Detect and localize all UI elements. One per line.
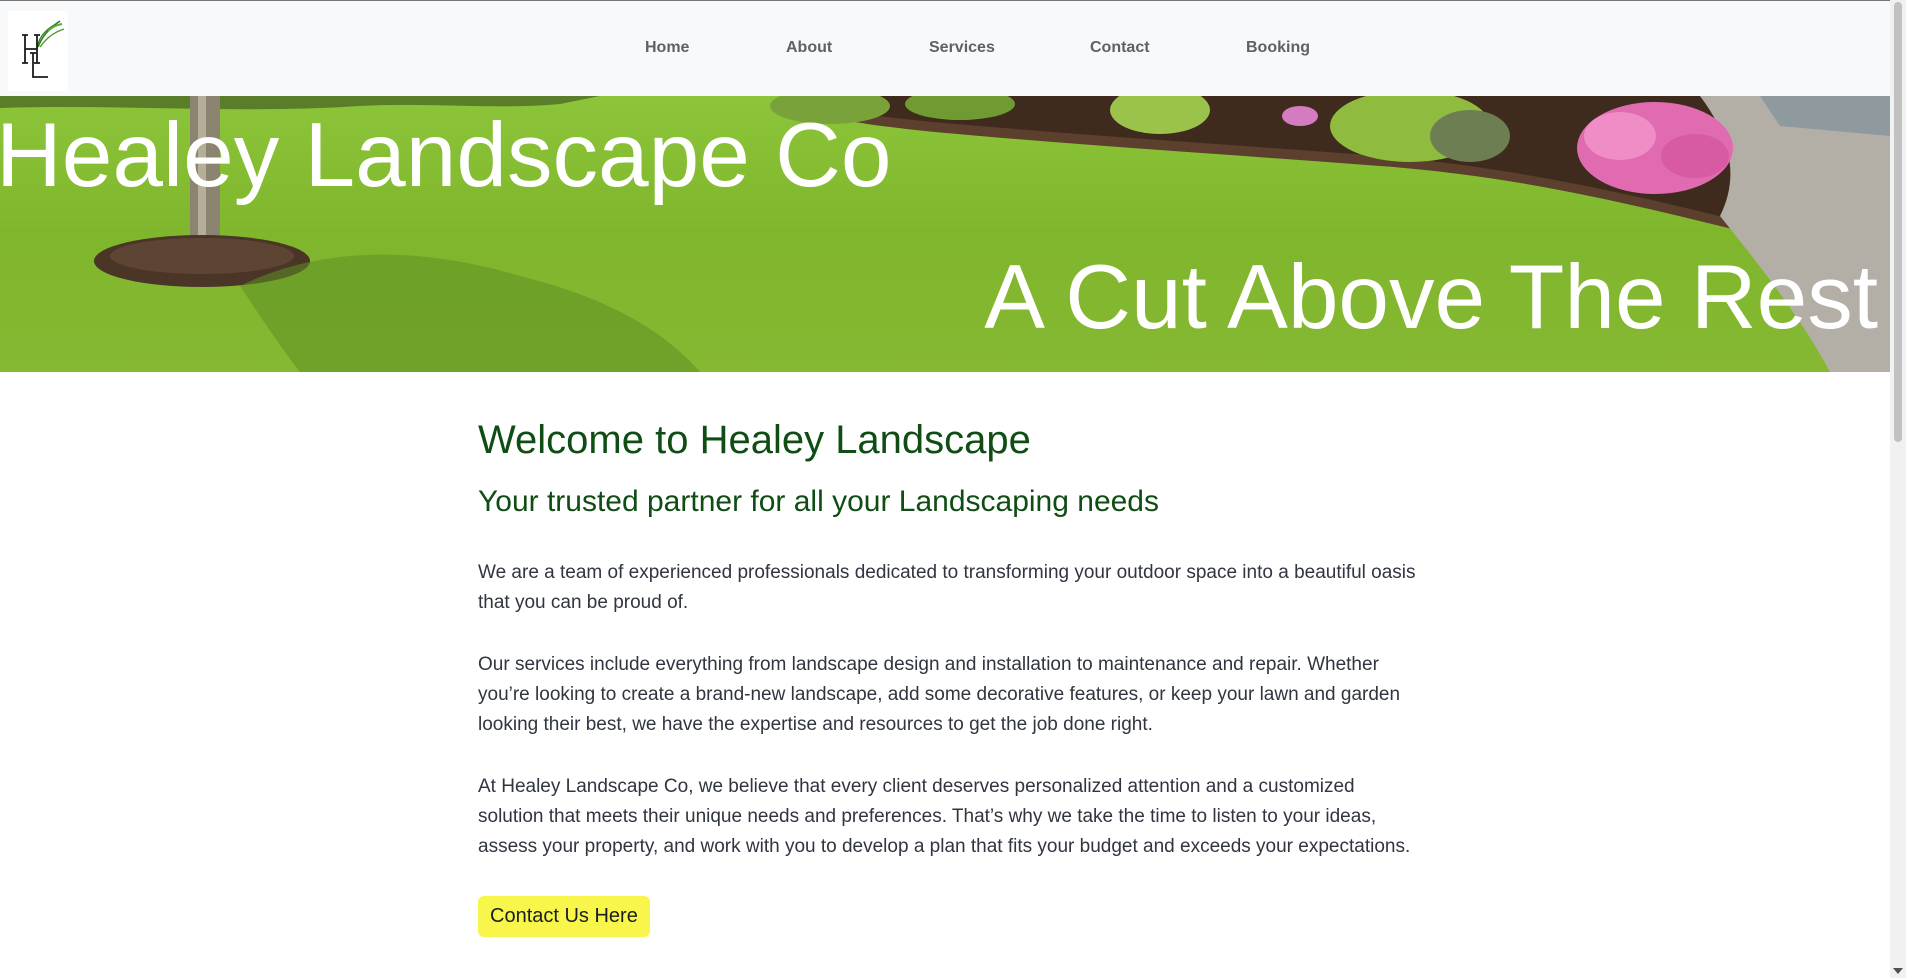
navbar: Home About Services Contact Booking — [0, 0, 1890, 97]
scroll-down-arrow-icon[interactable] — [1893, 968, 1903, 974]
welcome-section: Welcome to Healey Landscape Your trusted… — [478, 416, 1418, 937]
nav-contact-link[interactable]: Contact — [1090, 39, 1150, 57]
page: Home About Services Contact Booking Heal… — [0, 0, 1906, 978]
main-nav: Home About Services Contact Booking — [0, 1, 1890, 97]
nav-booking-link[interactable]: Booking — [1246, 39, 1310, 57]
hero-title: Healey Landscape Co — [0, 105, 892, 206]
nav-home-link[interactable]: Home — [645, 39, 689, 57]
welcome-subheading: Your trusted partner for all your Landsc… — [478, 485, 1159, 518]
welcome-heading: Welcome to Healey Landscape — [478, 418, 1031, 462]
hero-banner: Healey Landscape Co A Cut Above The Rest — [0, 96, 1890, 372]
approach-paragraph: At Healey Landscape Co, we believe that … — [478, 776, 1411, 857]
nav-services-link[interactable]: Services — [929, 39, 995, 57]
hero-tagline: A Cut Above The Rest — [984, 247, 1878, 348]
intro-paragraph: We are a team of experienced professiona… — [478, 562, 1416, 613]
contact-us-button[interactable]: Contact Us Here — [478, 896, 650, 937]
services-paragraph: Our services include everything from lan… — [478, 654, 1401, 735]
nav-about-link[interactable]: About — [786, 39, 832, 57]
scrollbar-thumb[interactable] — [1894, 2, 1902, 442]
page-scrollbar[interactable] — [1890, 0, 1906, 978]
